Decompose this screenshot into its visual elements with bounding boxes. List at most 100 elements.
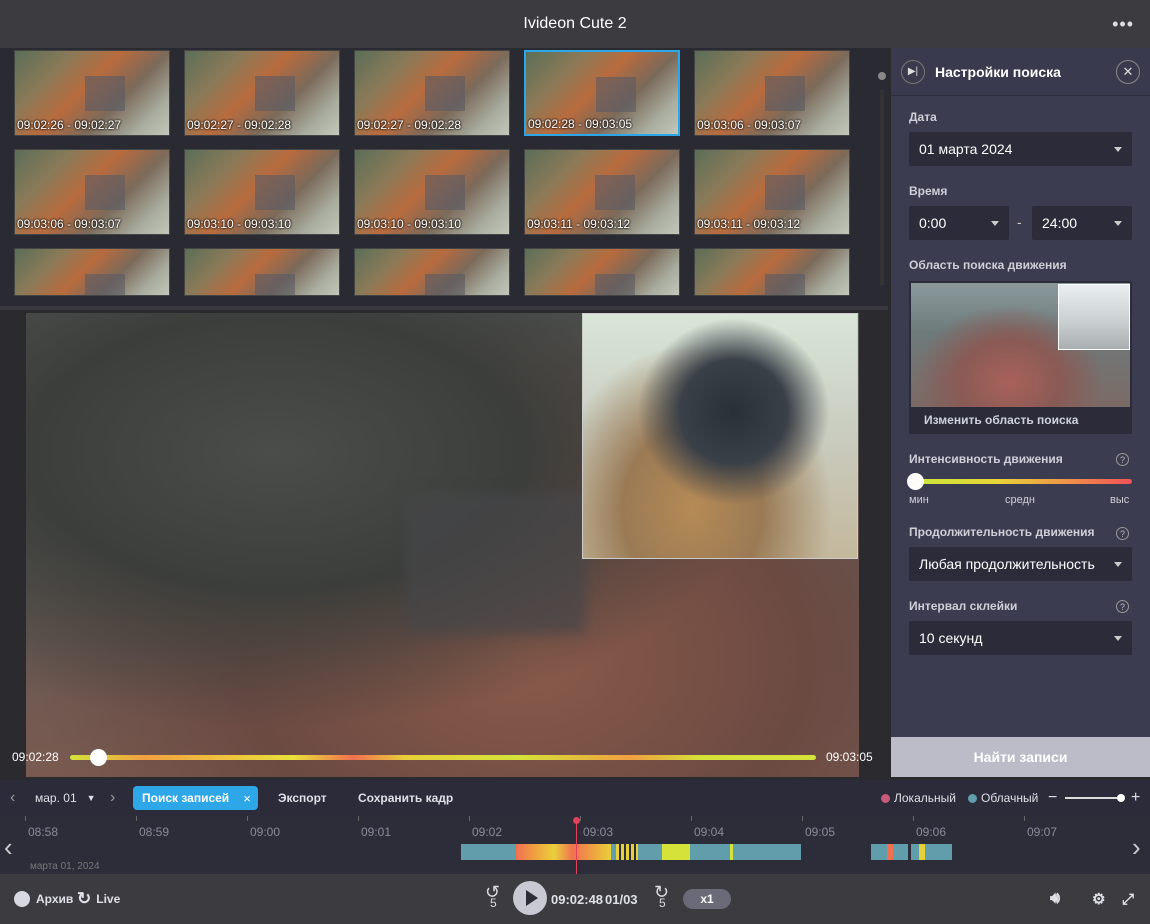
refresh-icon: ↻ <box>77 889 92 908</box>
thumbnail[interactable] <box>524 248 680 296</box>
play-button[interactable] <box>513 881 547 915</box>
current-date: 01/03 <box>605 891 638 907</box>
help-icon[interactable]: ? <box>1116 527 1129 540</box>
recording-segment[interactable] <box>911 844 952 860</box>
motion-area-selection[interactable] <box>1058 284 1130 350</box>
thumbnail[interactable]: 09:02:28 - 09:03:05 <box>524 50 680 136</box>
chevron-down-icon <box>1114 562 1122 567</box>
intensity-slider-handle[interactable] <box>907 473 924 490</box>
clip-scrubber[interactable]: 09:02:28 09:03:05 <box>0 746 888 770</box>
thumbnail[interactable]: 09:03:06 - 09:03:07 <box>694 50 850 136</box>
clip-progress-bar[interactable] <box>70 755 816 760</box>
thumbnail[interactable]: 09:02:27 - 09:02:28 <box>354 50 510 136</box>
timeline-tick-label: 09:07 <box>1027 825 1058 839</box>
clip-start-time: 09:02:28 <box>12 750 59 764</box>
live-label: Live <box>96 892 121 906</box>
panel-header: ▶| Настройки поиска ✕ <box>891 48 1150 96</box>
timeline-tick-label: 08:58 <box>28 825 59 839</box>
thumbnail[interactable] <box>694 248 850 296</box>
thumbnail[interactable] <box>184 248 340 296</box>
timeline-tick-label: 09:03 <box>583 825 614 839</box>
clip-scrub-handle[interactable] <box>90 749 107 766</box>
timeline-tick-mark <box>247 816 248 821</box>
motion-marker <box>516 844 611 860</box>
thumbnail[interactable]: 09:02:26 - 09:02:27 <box>14 50 170 136</box>
chevron-down-icon <box>1114 636 1122 641</box>
speed-button[interactable]: x1 <box>683 889 731 909</box>
timeline-tick-mark <box>802 816 803 821</box>
thumbnail[interactable] <box>14 248 170 296</box>
thumbnail-scrollbar-thumb[interactable] <box>878 72 886 80</box>
zoom-in-button[interactable]: + <box>1131 780 1140 816</box>
zoom-slider-handle[interactable] <box>1117 794 1125 802</box>
zoom-out-button[interactable]: − <box>1048 780 1057 816</box>
clip-end-time: 09:03:05 <box>826 750 873 764</box>
timeline-tick-label: 08:59 <box>139 825 170 839</box>
more-dots-icon[interactable]: ••• <box>1112 14 1134 35</box>
timeline-tick-mark <box>136 816 137 821</box>
interval-select[interactable]: 10 секунд <box>909 621 1132 655</box>
search-close-button[interactable]: × <box>236 786 258 810</box>
save-frame-button[interactable]: Сохранить кадр <box>358 780 453 816</box>
rewind-5-icon[interactable]: ↺ 5 <box>483 882 509 912</box>
help-icon[interactable]: ? <box>1116 453 1129 466</box>
thumbnail-time: 09:03:06 - 09:03:07 <box>17 217 122 231</box>
intensity-min-label: мин <box>909 494 929 506</box>
duration-value: Любая продолжительность <box>919 556 1095 572</box>
thumbnail[interactable]: 09:03:10 - 09:03:10 <box>354 149 510 235</box>
close-icon[interactable]: ✕ <box>1116 59 1140 84</box>
time-to-select[interactable]: 24:00 <box>1032 206 1132 240</box>
change-area-link[interactable]: Изменить область поиска <box>924 413 1078 427</box>
prev-day-icon[interactable]: ‹ <box>10 780 15 816</box>
timeline-tick-label: 09:05 <box>805 825 836 839</box>
timeline-next-icon[interactable]: › <box>1132 832 1141 863</box>
panel-title: Настройки поиска <box>935 63 1061 80</box>
zoom-slider[interactable] <box>1065 794 1125 802</box>
timeline-tick-mark <box>691 816 692 821</box>
time-from-select[interactable]: 0:00 <box>909 206 1009 240</box>
fullscreen-icon[interactable]: ⤢ <box>1122 874 1134 924</box>
date-dropdown[interactable]: мар. 01 ▼ <box>35 780 96 816</box>
timeline-tick-label: 09:02 <box>472 825 503 839</box>
recording-segment[interactable] <box>871 844 908 860</box>
date-label: Дата <box>909 110 937 124</box>
recording-segment[interactable] <box>461 844 801 860</box>
timeline-tick-mark <box>25 816 26 821</box>
search-records-button[interactable]: Поиск записей <box>133 786 239 810</box>
thumbnail[interactable]: 09:03:11 - 09:03:12 <box>694 149 850 235</box>
forward-5-icon[interactable]: ↻ 5 <box>652 882 678 912</box>
timeline-prev-icon[interactable]: ‹ <box>4 832 13 863</box>
thumbnail[interactable]: 09:03:10 - 09:03:10 <box>184 149 340 235</box>
time-separator: - <box>1017 214 1022 230</box>
motion-area-preview[interactable]: Изменить область поиска <box>909 281 1132 434</box>
chevron-down-icon <box>1114 147 1122 152</box>
next-day-icon[interactable]: › <box>110 780 115 816</box>
timeline-tick-mark <box>469 816 470 821</box>
intensity-slider[interactable] <box>907 473 1132 490</box>
skip-next-icon[interactable]: ▶| <box>901 59 925 84</box>
live-button[interactable]: ↻ Live <box>77 874 120 924</box>
archive-button[interactable]: Архив <box>14 874 73 924</box>
thumbnail-time: 09:03:10 - 09:03:10 <box>187 217 292 231</box>
forward-seconds: 5 <box>659 896 666 910</box>
thumbnail[interactable]: 09:03:06 - 09:03:07 <box>14 149 170 235</box>
timeline-tick-label: 09:06 <box>916 825 947 839</box>
date-select[interactable]: 01 марта 2024 <box>909 132 1132 166</box>
thumbnail[interactable]: 09:02:27 - 09:02:28 <box>184 50 340 136</box>
settings-gear-icon[interactable]: ⚙ <box>1092 874 1105 924</box>
export-button[interactable]: Экспорт <box>278 780 327 816</box>
duration-select[interactable]: Любая продолжительность <box>909 547 1132 581</box>
intensity-mid-label: средн <box>1005 494 1035 506</box>
help-icon[interactable]: ? <box>1116 600 1129 613</box>
thumbnail[interactable] <box>354 248 510 296</box>
splitter[interactable] <box>0 306 888 310</box>
timeline[interactable]: марта 01, 2024 08:58 08:59 09:00 09:01 09:02… <box>0 816 1150 874</box>
thumbnail-time: 09:03:06 - 09:03:07 <box>697 118 802 132</box>
volume-icon[interactable]: 🔊︎ <box>1050 874 1060 924</box>
thumbnail[interactable]: 09:03:11 - 09:03:12 <box>524 149 680 235</box>
timeline-playhead[interactable] <box>573 817 580 874</box>
thumbnail-scrollbar-track[interactable] <box>880 90 884 285</box>
thumbnail-time: 09:02:27 - 09:02:28 <box>357 118 462 132</box>
intensity-max-label: выс <box>1110 494 1130 506</box>
find-records-button[interactable]: Найти записи <box>891 737 1150 777</box>
